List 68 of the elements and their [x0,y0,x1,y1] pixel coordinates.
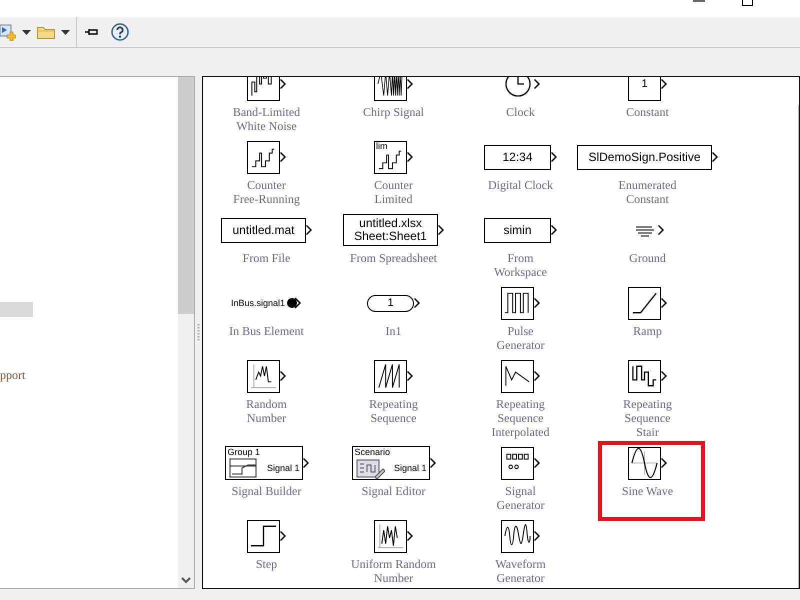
block-label: Signal Editor [362,484,426,498]
tree-item[interactable]: pport [0,368,33,383]
scrollbar[interactable] [178,77,194,588]
block[interactable] [374,77,407,100]
minimize-icon[interactable] [693,0,705,4]
maximize-icon[interactable] [742,0,753,6]
sine-wave-icon [629,447,660,479]
block-label: Signal Generator [496,484,544,512]
block-text[interactable]: InBus.signal1 [230,298,286,308]
block-label: Pulse Generator [496,324,544,352]
block-label: Constant [626,105,669,119]
block[interactable]: 1 [628,77,661,100]
block-label: Enumerated Constant [618,178,676,206]
block-label: Uniform Random Number [351,557,436,585]
scrollbar-thumb[interactable] [178,77,194,314]
editor-pencil-icon [354,457,384,479]
block-label: From File [242,251,290,265]
block-label: Ground [629,251,666,265]
caret-icon[interactable] [61,30,70,34]
pin-icon[interactable] [85,27,99,37]
help-icon[interactable] [111,23,129,41]
block-label: Band-Limited White Noise [232,105,300,133]
block-label: Clock [506,105,535,119]
block[interactable] [501,360,534,392]
block-label: Digital Clock [488,178,553,192]
block[interactable] [374,360,407,392]
block[interactable] [247,140,280,174]
block-label: Chirp Signal [362,105,424,119]
caret-icon[interactable] [22,30,31,34]
block-label: Counter Free-Running [233,178,300,206]
block-label: Repeating Sequence Stair [623,397,672,439]
bus-dot-icon [286,297,302,309]
block[interactable] [501,520,534,552]
block[interactable] [501,286,534,320]
block[interactable]: 1 [367,294,414,312]
block[interactable]: lim [374,140,407,174]
block-label: Random Number [246,397,287,425]
block-label: Repeating Sequence [369,397,418,425]
block[interactable] [247,77,280,100]
block[interactable] [374,520,407,552]
block-label: Sine Wave [622,484,674,498]
block[interactable]: 12:34 [484,144,551,170]
block[interactable]: untitled.xlsx Sheet:Sheet1 [343,214,438,246]
block-label: Waveform Generator [495,557,546,585]
block[interactable]: Group 1 Signal 1 [224,446,302,480]
block[interactable] [628,360,661,392]
block-label: From Spreadsheet [350,251,437,265]
block-label: Counter Limited [374,178,413,206]
block-label: Repeating Sequence Interpolated [492,397,550,439]
block[interactable] [247,360,280,392]
block-label: Step [256,557,278,571]
block[interactable]: simin [484,218,551,242]
block-label: In1 [386,324,402,338]
block[interactable]: untitled.mat [221,218,306,242]
new-model-icon[interactable] [0,23,16,41]
block[interactable] [247,520,280,552]
block[interactable] [628,446,661,480]
splitter-grip-icon[interactable] [197,322,200,342]
block[interactable]: SlDemoSign.Positive [577,144,712,170]
block[interactable] [501,446,534,480]
block-label: Ramp [633,324,662,338]
block-label: From Workspace [494,251,547,279]
block[interactable] [628,286,661,320]
scroll-down-icon[interactable] [181,577,191,584]
chart-window-icon [228,457,258,479]
block[interactable]: Scenario Signal 1 [352,446,430,480]
block-label: Signal Builder [232,484,302,498]
block-label: In Bus Element [229,324,304,338]
